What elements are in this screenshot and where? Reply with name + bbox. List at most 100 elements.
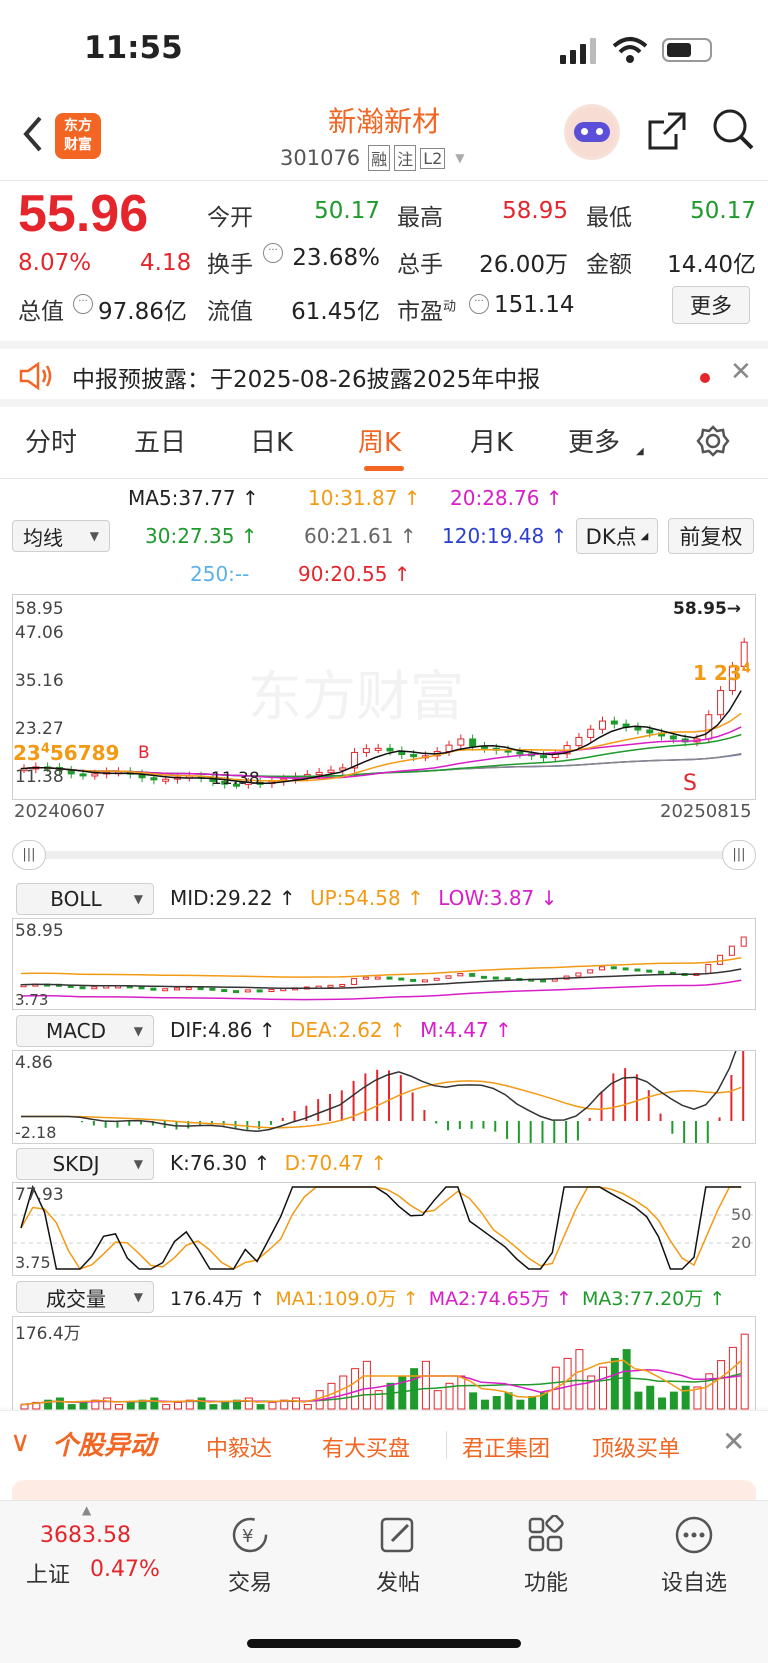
ma20-line [20, 726, 742, 779]
skdj-y-bot: 3.75 [15, 1253, 51, 1272]
mktcap-label: 总值 [18, 299, 64, 325]
tab-monthly-k[interactable]: 月K [470, 422, 513, 459]
boll-candle [634, 968, 641, 972]
news-item-3[interactable]: 君正集团 [462, 1431, 550, 1463]
notice-text: 中报预披露：于2025-08-26披露2025年中报 [72, 367, 541, 393]
tab-five-day[interactable]: 五日 [134, 422, 186, 459]
pe-label: 市盈动 [397, 299, 457, 325]
volume-bar [79, 1401, 88, 1410]
nav-add-watchlist[interactable]: 设自选 [634, 1515, 754, 1597]
tab-weekly-k[interactable]: 周K [358, 422, 401, 459]
more-tab-caret-icon: ◢ [636, 446, 644, 457]
boll-selector[interactable]: BOLL ▼ [16, 883, 154, 915]
ma30-value: 30:27.35 ↑ [145, 524, 258, 548]
slider-handle-left[interactable]: ||| [12, 840, 46, 870]
y-label-5: 11.38 [15, 767, 64, 787]
ma-selector[interactable]: 均线 ▼ [12, 520, 110, 552]
info-icon[interactable]: ··· [73, 294, 93, 314]
boll-candle [233, 990, 240, 994]
gear-icon[interactable] [696, 424, 730, 458]
skdj-values: K:76.30 ↑ D:70.47 ↑ [170, 1151, 388, 1175]
range-slider[interactable]: ||| ||| [12, 840, 756, 870]
volume-bar [67, 1404, 76, 1410]
volume-bar [150, 1397, 159, 1410]
boll-y-top: 58.95 [15, 921, 64, 941]
candle-body [327, 769, 335, 773]
more-quote-button[interactable]: 更多 [672, 286, 750, 324]
boll-candle [398, 977, 405, 981]
nav-post[interactable]: 发帖 [338, 1515, 458, 1597]
boll-candle [197, 987, 204, 991]
volume-values: 176.4万 ↑ MA1:109.0万 ↑ MA2:74.65万 ↑ MA3:7… [170, 1288, 726, 1310]
close-notice-icon[interactable]: ✕ [730, 357, 752, 387]
stock-code-row[interactable]: 301076 融 注 L2 ▼ [280, 144, 465, 172]
macd-chart[interactable]: 4.86 -2.18 [12, 1050, 756, 1144]
volume-bar [717, 1360, 726, 1410]
volume-bar [646, 1385, 655, 1410]
skdj-chart[interactable]: 77.93 3.75 50 20 [12, 1182, 756, 1276]
stock-title: 新瀚新材 [327, 105, 440, 138]
signal-b: B [138, 743, 150, 763]
tab-daily-k[interactable]: 日K [250, 422, 293, 459]
candle-body [91, 773, 99, 777]
back-icon[interactable] [20, 114, 44, 154]
notice-red-dot [700, 373, 710, 383]
boll-svg [20, 936, 747, 1001]
share-icon[interactable] [646, 110, 688, 152]
info-icon[interactable]: ··· [263, 243, 283, 263]
volume-bar [492, 1396, 501, 1410]
tag-zhu: 注 [394, 145, 417, 171]
date-end: 20250815 [660, 801, 752, 822]
dk-point-button[interactable]: DK点 ◢ [576, 518, 658, 554]
skdj-line-50: 50 [731, 1205, 752, 1224]
candle-body [362, 748, 370, 753]
candle-body [516, 751, 524, 755]
index-widget[interactable]: ▲ 3683.58 上证 0.47% [20, 1501, 170, 1601]
volume-label: 总手 [397, 252, 443, 278]
bottom-nav: ▲ 3683.58 上证 0.47% ¥ 交易 发帖 功能 设自选 [0, 1500, 768, 1663]
boll-candle [504, 977, 511, 981]
nav-trade[interactable]: ¥ 交易 [190, 1515, 310, 1597]
info-icon[interactable]: ··· [469, 294, 489, 314]
boll-candle [728, 945, 735, 956]
search-icon[interactable] [712, 108, 756, 152]
nav-functions[interactable]: 功能 [486, 1514, 606, 1597]
boll-values: MID:29.22 ↑ UP:54.58 ↑ LOW:3.87 ↓ [170, 886, 558, 910]
notice-bar[interactable]: 中报预披露：于2025-08-26披露2025年中报 ✕ [0, 341, 768, 407]
boll-candle [268, 989, 275, 993]
volume-value: 26.00万 [479, 252, 568, 278]
boll-candle [362, 976, 369, 980]
robot-avatar-icon[interactable] [564, 104, 620, 160]
candle-body [634, 726, 642, 731]
slider-handle-right[interactable]: ||| [722, 840, 756, 870]
collapse-chevron-icon[interactable]: ∨ [10, 1425, 31, 1458]
macd-dif: DIF:4.86 [170, 1018, 253, 1042]
news-item-4[interactable]: 顶级买单 [592, 1431, 680, 1463]
volume-selector[interactable]: 成交量 ▼ [16, 1281, 154, 1313]
vol-y-top: 176.4万 [15, 1324, 81, 1344]
k-line-chart[interactable]: 东方财富 58.95 47.06 35.16 23.27 11.38 58.95… [12, 594, 756, 800]
skdj-selector[interactable]: SKDJ ▼ [16, 1148, 154, 1180]
volume-bar [20, 1404, 29, 1410]
news-bar[interactable]: ∨ 个股异动 中毅达 有大买盘 君正集团 顶级买单 ✕ [0, 1410, 768, 1480]
adjust-button[interactable]: 前复权 [668, 518, 754, 554]
volume-chart[interactable]: 176.4万 [12, 1316, 756, 1410]
amount-value: 14.40亿 [667, 252, 756, 278]
boll-chart[interactable]: 58.95 3.73 [12, 918, 756, 1010]
news-item-1[interactable]: 中毅达 [206, 1431, 272, 1463]
tab-intraday[interactable]: 分时 [25, 422, 77, 459]
index-name: 上证 [26, 1563, 71, 1588]
candle-body [445, 744, 453, 753]
close-news-icon[interactable]: ✕ [722, 1425, 745, 1458]
macd-selector[interactable]: MACD ▼ [16, 1015, 154, 1047]
wifi-icon [612, 37, 648, 63]
yen-cycle-icon: ¥ [232, 1517, 268, 1553]
news-item-2[interactable]: 有大买盘 [322, 1431, 410, 1463]
boll-candle [457, 973, 464, 977]
tab-more[interactable]: 更多 [568, 422, 620, 459]
candle-body [410, 754, 418, 758]
boll-candle [173, 987, 180, 991]
volume-bar [504, 1392, 513, 1410]
float-value: 61.45亿 [291, 299, 380, 325]
macd-m: M:4.47 ↑ [420, 1018, 512, 1042]
